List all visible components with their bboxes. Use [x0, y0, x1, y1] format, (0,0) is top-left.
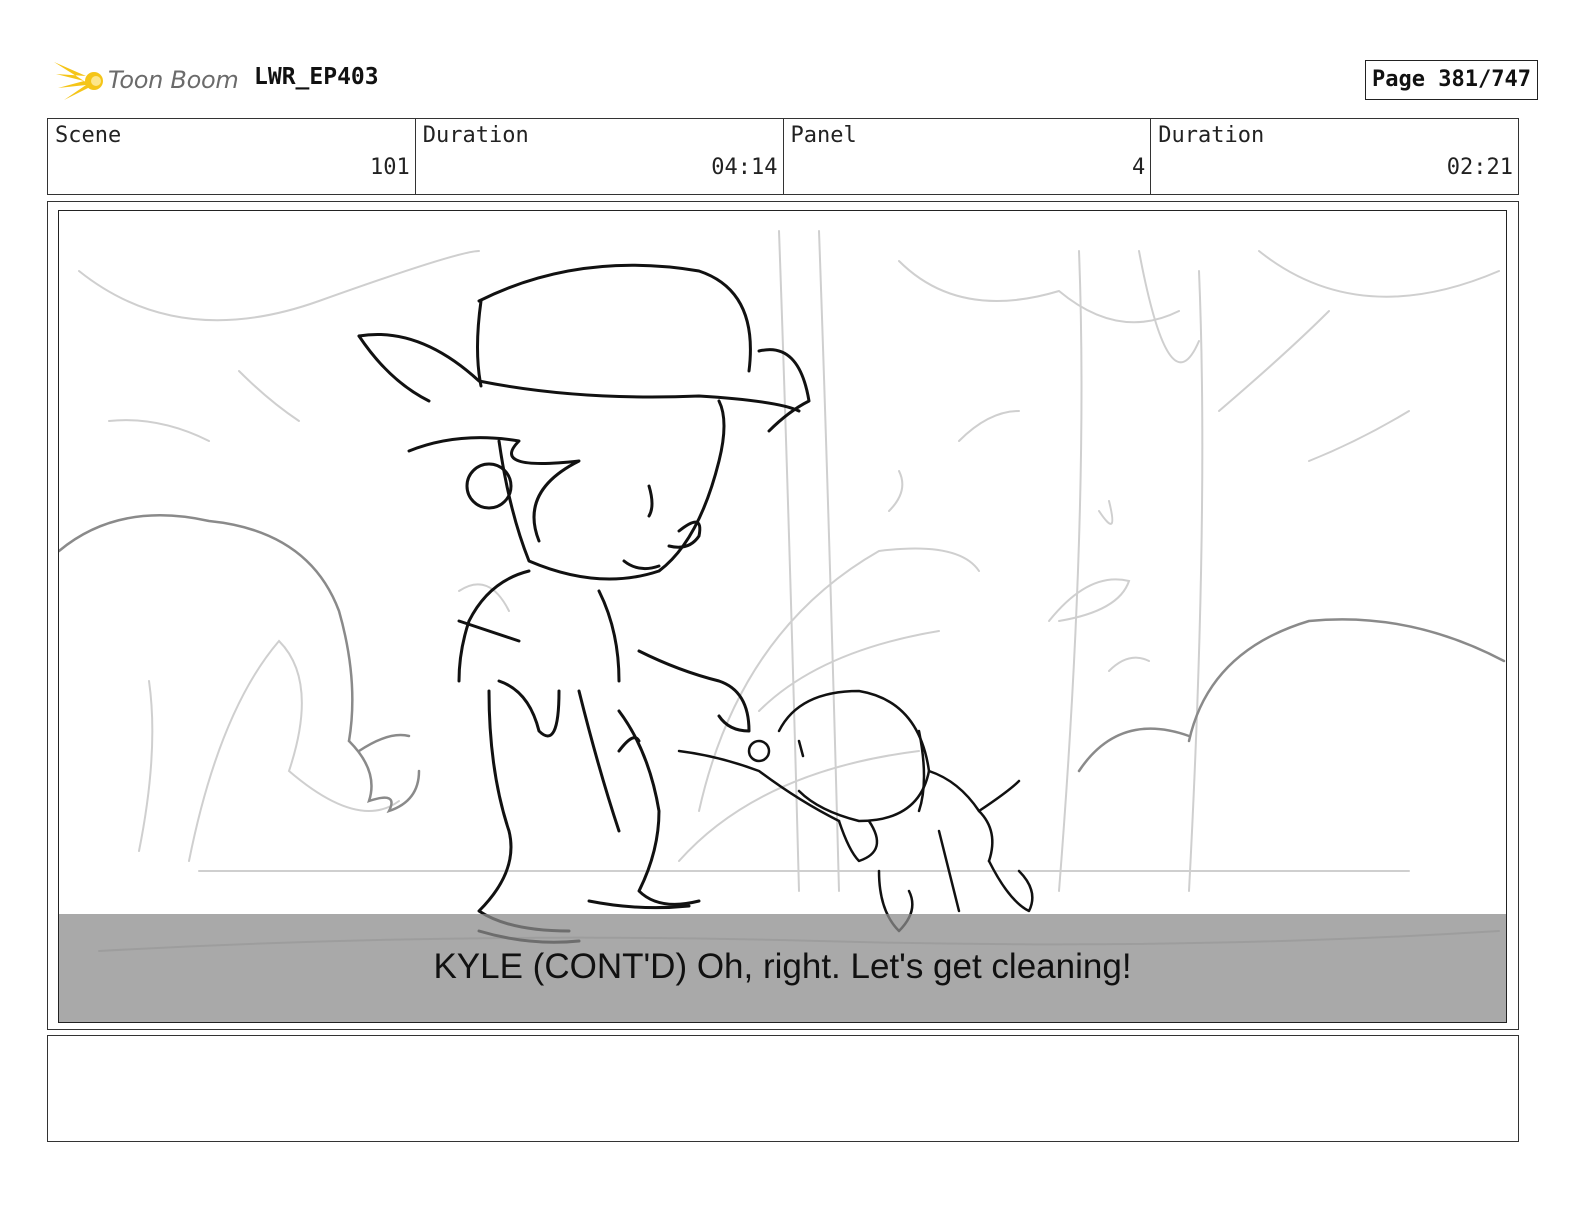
scene-cell: Scene 101 — [48, 119, 416, 194]
panel-duration-label: Duration — [1158, 123, 1265, 148]
storyboard-panel: KYLE (CONT'D) Oh, right. Let's get clean… — [47, 201, 1519, 1030]
page-number: Page 381/747 — [1365, 60, 1538, 100]
info-table: Scene 101 Duration 04:14 Panel 4 Duratio… — [47, 118, 1519, 195]
page-header: Toon Boom LWR_EP403 Page 381/747 — [48, 52, 1538, 108]
notes-box — [47, 1035, 1519, 1142]
scene-duration-label: Duration — [422, 123, 529, 148]
panel-image: KYLE (CONT'D) Oh, right. Let's get clean… — [58, 210, 1507, 1023]
project-title: LWR_EP403 — [254, 64, 379, 90]
logo-text: Toon Boom — [108, 66, 239, 94]
scene-label: Scene — [55, 123, 122, 148]
panel-label: Panel — [790, 123, 857, 148]
scene-duration-cell: Duration 04:14 — [416, 119, 784, 194]
dialogue-caption: KYLE (CONT'D) Oh, right. Let's get clean… — [433, 947, 1132, 986]
scene-duration-value: 04:14 — [711, 155, 778, 180]
panel-duration-cell: Duration 02:21 — [1151, 119, 1518, 194]
flame-icon — [54, 62, 103, 100]
scene-value: 101 — [370, 155, 410, 180]
panel-value: 4 — [1132, 155, 1146, 180]
panel-duration-value: 02:21 — [1446, 155, 1513, 180]
sketch-drawing — [59, 230, 1506, 952]
toon-boom-logo: Toon Boom — [52, 54, 242, 106]
panel-cell: Panel 4 — [784, 119, 1152, 194]
